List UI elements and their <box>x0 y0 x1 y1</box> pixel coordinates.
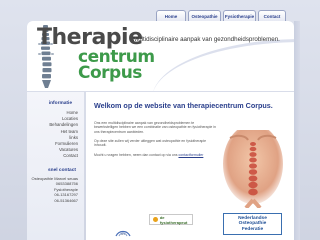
sidebar: informatie Home Locaties Behandelingen H… <box>27 92 84 240</box>
right-edge-strip <box>294 21 300 240</box>
contact-paragraph: Mocht u vragen hebben, neem dan contact … <box>94 153 219 157</box>
main-content: Welkom op de website van therapiecentrum… <box>86 92 294 240</box>
logo-text-corpus: Corpus <box>78 63 142 83</box>
ara-logo-text: ara <box>120 232 126 236</box>
sidebar-menu: Home Locaties Behandelingen Het team lin… <box>27 110 84 160</box>
intro-paragraph: Ons een multidisciplinaire aanpak van ge… <box>94 121 216 134</box>
header-swoosh <box>152 39 294 91</box>
sidebar-item-contact[interactable]: Contact <box>27 153 78 159</box>
tab-home[interactable]: Home <box>156 10 186 21</box>
contact-paragraph-text: Mocht u vragen hebben, neem dan contact … <box>94 153 178 157</box>
quick-contact-info: Osteopathie Marcel seuas 0653388756 Fysi… <box>27 176 84 204</box>
top-nav: Home Osteopathie Fysiotherapie Contact <box>156 10 286 21</box>
header: Therapie centrum Corpus Multidisciplinai… <box>27 21 294 91</box>
contactformulier-link[interactable]: contactformulier <box>178 153 203 157</box>
page: Home Osteopathie Fysiotherapie Contact T… <box>0 0 320 240</box>
nof-logo[interactable]: Nederlandse Osteopathie Federatie <box>223 213 282 235</box>
fysiotherapeut-logo[interactable]: de fysiotherapeut <box>149 214 193 225</box>
nof-logo-line: Federatie <box>241 226 264 232</box>
ara-logo[interactable]: ara <box>114 224 132 238</box>
tab-osteopathie[interactable]: Osteopathie <box>188 10 221 21</box>
tagline: Multidisciplinaire aanpak van gezondheid… <box>133 36 280 43</box>
sidebar-title: informatie <box>48 101 72 106</box>
quick-contact-title: snel contact <box>48 167 76 173</box>
info-paragraph: Op deze site zullen wij verder uitleggen… <box>94 139 207 148</box>
back-spine-image <box>223 130 283 208</box>
fysio-logo-icon <box>153 217 158 222</box>
page-title: Welkom op de website van therapiecentrum… <box>94 101 273 110</box>
tab-contact[interactable]: Contact <box>258 10 286 21</box>
fysio-logo-text: de fysiotherapeut <box>159 214 188 225</box>
contact-line: 06-51364667 <box>54 198 78 203</box>
tab-fysiotherapie[interactable]: Fysiotherapie <box>223 10 256 21</box>
